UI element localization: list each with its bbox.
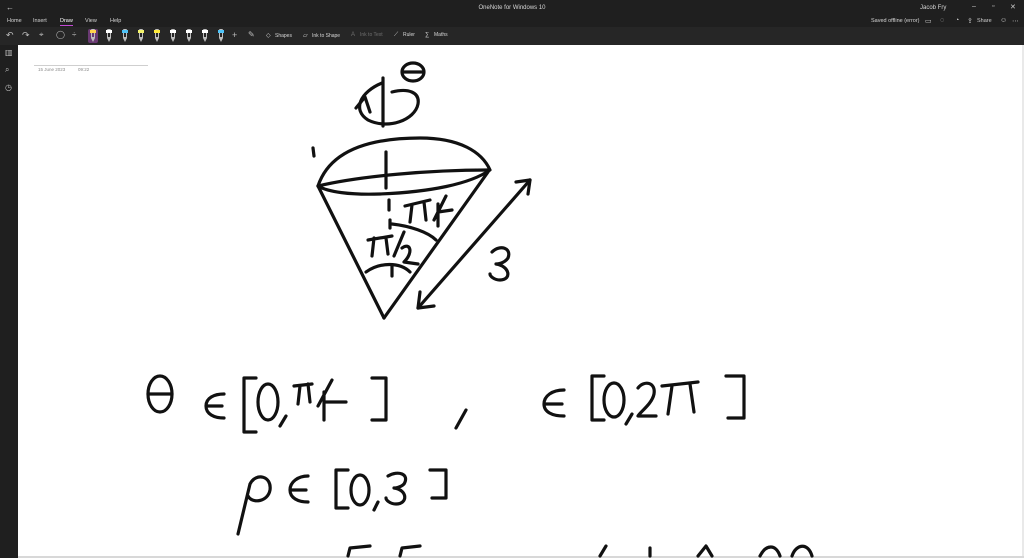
ink-bracket-open-1 — [242, 376, 258, 434]
ink-bracket-close-3 — [428, 468, 448, 500]
ink-comma-1 — [278, 414, 288, 428]
ink-pi4-2 — [292, 378, 348, 422]
ink-tick-left — [311, 146, 316, 158]
ink-pi4-label — [403, 194, 454, 228]
ink-rho — [236, 475, 272, 536]
ink-pi2-label — [366, 230, 420, 266]
ink-bottom-strokes — [346, 544, 814, 558]
ink-bracket-close-2 — [724, 374, 746, 420]
ink-two — [636, 381, 658, 418]
ink-element-of-2 — [542, 388, 566, 418]
ink-comma-3 — [624, 412, 634, 426]
ink-cone-left-side — [316, 184, 386, 320]
ink-bracket-close-1 — [370, 376, 388, 422]
ink-zero-3 — [349, 473, 371, 507]
handwritten-ink[interactable] — [0, 0, 1024, 558]
ink-element-of-3 — [288, 474, 310, 504]
ink-zero-2 — [602, 381, 626, 419]
ink-cone-top-ellipse — [316, 136, 492, 196]
ink-pi-2 — [660, 380, 700, 416]
ink-number-3 — [488, 246, 511, 282]
ink-bracket-open-2 — [590, 374, 606, 422]
ink-pi4-arc — [390, 222, 438, 242]
ink-pi2-arc — [364, 262, 412, 274]
ink-bracket-open-3 — [334, 468, 350, 510]
ink-zero-1 — [256, 382, 280, 422]
ink-element-of-1 — [204, 392, 226, 420]
ink-comma-2 — [454, 408, 468, 430]
ink-number-3b — [384, 471, 408, 506]
ink-comma-4 — [372, 500, 380, 512]
